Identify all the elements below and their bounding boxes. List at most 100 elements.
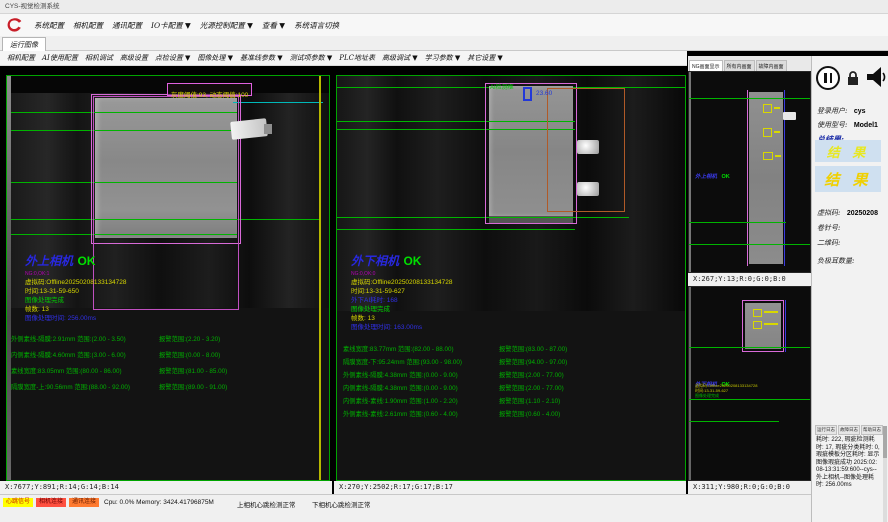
preview-top-camera: 外上相机	[695, 174, 717, 180]
scene-green-line	[337, 229, 575, 230]
preview-tab-ng[interactable]: NG画面显示	[689, 60, 723, 71]
left-camera-coords: X:7677;Y:891;R:14;G:14;B:14	[0, 481, 332, 494]
left-camera-ok: OK	[77, 254, 95, 268]
scene-green-line	[689, 399, 811, 400]
log-tabstrip: 运行日志 故障日志 帮助日志	[815, 425, 884, 435]
announce-button[interactable]	[863, 64, 888, 92]
menu-view[interactable]: 查看 ▼	[262, 20, 285, 31]
scene-film-region	[749, 92, 783, 264]
menu-comm-config[interactable]: 通讯配置	[112, 20, 142, 31]
ai-box-label: AI检测框	[490, 85, 514, 92]
tool-baseline-params[interactable]: 基准线参数 ▼	[240, 53, 283, 63]
model-label: 使用型号:	[817, 121, 847, 129]
tool-learn-params[interactable]: 学习参数 ▼	[425, 53, 461, 63]
scene-green-line	[337, 217, 629, 218]
preview-bottom-overlay: 虚拟码:Offline20250208133134728 时间:13-31-59…	[695, 383, 807, 398]
measurement-alarm: 报警范围:(81.00 - 85.00)	[159, 368, 227, 375]
scene-connector	[783, 112, 796, 120]
lower-camera-heartbeat-text: 下相机心跳检测正常	[312, 499, 371, 509]
defect-tick	[764, 323, 778, 325]
tool-advanced-debug[interactable]: 高级调试 ▼	[382, 53, 418, 63]
tool-advanced-settings[interactable]: 高级设置	[120, 53, 148, 63]
menu-light-config[interactable]: 光源控制配置 ▼	[200, 20, 253, 31]
scene-blue-line	[785, 300, 786, 352]
menu-io-config[interactable]: IO卡配置 ▼	[151, 20, 191, 31]
measurement-alarm: 报警范围:(2.00 - 77.00)	[499, 372, 564, 379]
left-camera-done: 图像处理完成	[25, 297, 126, 304]
mid-camera-proc-time: 图像处理时间: 163.00ms	[351, 324, 452, 331]
tool-camera-debug[interactable]: 相机调试	[85, 53, 113, 63]
scene-green-line	[689, 347, 811, 348]
log-scrollbar[interactable]	[883, 426, 887, 522]
defect-box	[753, 321, 762, 329]
measurement-value: 素线宽度:83.05mm 范围:(80.00 - 86.00)	[11, 368, 122, 375]
mid-camera-overlay: 外下相机 OK NG:0,OK:0 虚拟码:Offline20250208133…	[351, 252, 452, 331]
scene-green-line	[689, 421, 779, 422]
tool-test-params[interactable]: 测试项参数 ▼	[290, 53, 333, 63]
menubar: 系统配置 相机配置 通讯配置 IO卡配置 ▼ 光源控制配置 ▼ 查看 ▼ 系统语…	[0, 14, 888, 36]
result-text-2: 结 果	[824, 169, 871, 190]
mid-camera-title: 外下相机	[351, 254, 399, 268]
log-tab-run[interactable]: 运行日志	[815, 425, 837, 435]
preview-bottom-coords: X:311;Y:980;R:0;G:0;B:0	[688, 481, 811, 494]
tab-count-field: 负极耳数量:	[817, 250, 854, 268]
result-display-1: 结 果	[815, 140, 881, 162]
log-scrollbar-thumb[interactable]	[883, 426, 887, 458]
tool-camera-config[interactable]: 相机配置	[7, 53, 35, 63]
mid-camera-barcode: 虚拟码:Offline20250208133134728	[351, 279, 452, 286]
log-tab-fault[interactable]: 故障日志	[838, 425, 860, 435]
mid-camera-result-row: 外下相机 OK	[351, 252, 452, 270]
preview-bottom-view[interactable]: 外下相机 OK 虚拟码:Offline20250208133134728 时间:…	[688, 286, 811, 481]
defect-box	[763, 128, 772, 137]
mid-camera-view[interactable]: AI检测框 23.60 外下相机 OK NG:0,OK:0 虚拟码:Offlin…	[336, 75, 686, 481]
measurement-alarm: 报警范围:(0.00 - 8.00)	[159, 352, 220, 359]
tab-count-label: 负极耳数量:	[817, 257, 854, 265]
measurement-value: 外侧素线-隔膜:2.91mm 范围:(2.00 - 3.50)	[11, 336, 126, 343]
defect-tick	[764, 311, 778, 313]
preview-top-view[interactable]: 外上相机 OK	[688, 71, 811, 273]
tool-plc-address[interactable]: PLC地址表	[339, 53, 375, 63]
menu-language-switch[interactable]: 系统语言切换	[294, 20, 339, 31]
left-camera-time: 时间:13-31-59-650	[25, 288, 126, 295]
pause-button[interactable]	[816, 66, 840, 90]
mid-camera-counter: NG:0,OK:0	[351, 272, 452, 277]
roi-threshold-label: 灰度阈值:93, 动态阈值:100	[167, 83, 252, 96]
pause-icon	[830, 73, 833, 83]
measurement-alarm: 报警范围:(0.60 - 4.00)	[499, 411, 560, 418]
app-window: CYS-视觉检测系统 系统配置 相机配置 通讯配置 IO卡配置 ▼ 光源控制配置…	[0, 0, 888, 522]
tool-spot-check[interactable]: 点检设置 ▼	[155, 53, 191, 63]
ai-measure-bracket	[523, 87, 532, 101]
measurement-value: 隔膜宽度-上:90.56mm 范围:(88.00 - 92.00)	[11, 384, 130, 391]
mid-camera-done: 图像处理完成	[351, 306, 452, 313]
measurement-value: 素线宽度:83.77mm 范围:(82.00 - 88.00)	[343, 346, 454, 353]
lock-button[interactable]	[845, 70, 861, 87]
preview-tab-all[interactable]: 所有内画面	[724, 60, 755, 71]
tab-run-image[interactable]: 运行图像	[2, 37, 46, 51]
menu-camera-config[interactable]: 相机配置	[73, 20, 103, 31]
mid-camera-ok: OK	[403, 254, 421, 268]
left-camera-result-row: 外上相机 OK	[25, 252, 126, 270]
model-value: Model1	[854, 122, 878, 129]
measurement-value: 外侧素线-素线:2.61mm 范围:(0.60 - 4.00)	[343, 411, 458, 418]
log-tab-help[interactable]: 帮助日志	[861, 425, 883, 435]
scene-connector-tip	[264, 124, 272, 134]
qrcode-label: 二维码:	[817, 239, 840, 247]
tool-ai-use-config[interactable]: AI使用配置	[42, 53, 78, 63]
scene-edge-strip	[689, 287, 691, 480]
tool-other-settings[interactable]: 其它设置 ▼	[467, 53, 503, 63]
left-camera-view[interactable]: 灰度阈值:93, 动态阈值:100 外上相机 OK NG:0,OK:1 虚拟码:…	[6, 75, 330, 481]
roi-threshold-text: 灰度阈值:93, 动态阈值:100	[171, 92, 248, 99]
preview-tab-fault[interactable]: 故障内画面	[756, 60, 787, 71]
qrcode-field: 二维码:	[817, 232, 840, 250]
measurement-value: 内侧素线-隔膜:4.38mm 范围:(0.00 - 9.00)	[343, 385, 458, 392]
pause-icon	[824, 73, 827, 83]
defect-box	[763, 152, 773, 160]
tool-image-process[interactable]: 图像处理 ▼	[197, 53, 233, 63]
menu-system-config[interactable]: 系统配置	[34, 20, 64, 31]
preview-bottom-done: 图像处理完成	[695, 393, 807, 398]
left-camera-frames: 帧数: 13	[25, 306, 126, 313]
scene-bright-tab	[577, 182, 599, 196]
measurement-value: 外侧素线-隔膜:4.38mm 范围:(0.00 - 9.00)	[343, 372, 458, 379]
defect-box	[763, 104, 772, 113]
needle-label: 卷针号:	[817, 224, 840, 232]
